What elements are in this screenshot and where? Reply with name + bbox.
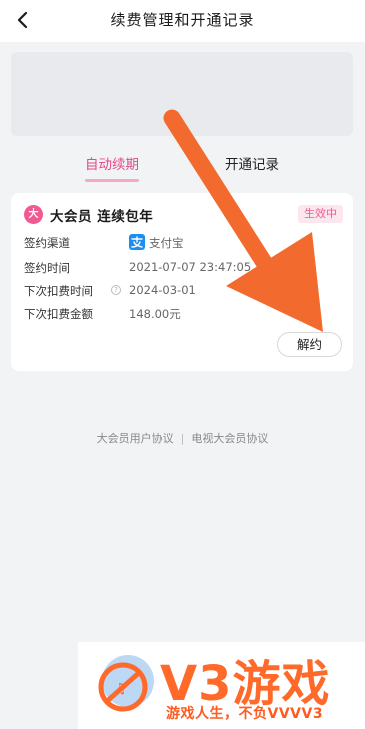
next-charge-time-label: 下次扣费时间 bbox=[24, 284, 93, 298]
active-tab-indicator bbox=[85, 179, 139, 182]
vip-icon: 大 bbox=[24, 205, 43, 224]
channel-label: 签约渠道 bbox=[24, 236, 70, 250]
sign-time-value: 2021-07-07 23:47:05 bbox=[129, 260, 252, 274]
next-charge-time-value: 2024-03-01 bbox=[129, 283, 196, 297]
tv-agreement-link[interactable]: 电视大会员协议 bbox=[191, 432, 268, 445]
info-icon[interactable]: ? bbox=[111, 285, 121, 295]
next-charge-amount-value: 148.00元 bbox=[129, 307, 181, 321]
next-charge-amount-label: 下次扣费金额 bbox=[24, 307, 93, 321]
sign-time-label: 签约时间 bbox=[24, 261, 70, 275]
page-title: 续费管理和开通记录 bbox=[110, 11, 255, 29]
user-agreement-link[interactable]: 大会员用户协议 bbox=[97, 432, 174, 445]
watermark: ♫ V3游戏 游戏人生，不负VVVV3 bbox=[78, 642, 365, 729]
svg-text:♫: ♫ bbox=[114, 681, 127, 697]
footer-separator: | bbox=[180, 432, 185, 445]
banner-placeholder bbox=[11, 52, 353, 136]
footer-links: 大会员用户协议 | 电视大会员协议 bbox=[0, 430, 365, 446]
subscription-card: 大 大会员 连续包年 生效中 签约渠道 支付宝 签约时间 2021-07-07 … bbox=[11, 193, 353, 371]
status-badge: 生效中 bbox=[298, 205, 343, 223]
tab-open-records[interactable]: 开通记录 bbox=[225, 153, 279, 173]
tab-bar: 自动续期 开通记录 bbox=[0, 140, 365, 188]
tab-auto-renew[interactable]: 自动续期 bbox=[85, 153, 139, 173]
top-bar: 续费管理和开通记录 bbox=[0, 0, 365, 42]
channel-value: 支付宝 bbox=[149, 236, 184, 250]
alipay-icon bbox=[129, 234, 145, 250]
v3-logo-icon: ♫ bbox=[98, 655, 154, 712]
watermark-slogan: 游戏人生，不负VVVV3 bbox=[166, 706, 324, 722]
plan-title: 大会员 连续包年 bbox=[50, 209, 154, 225]
cancel-subscription-button[interactable]: 解约 bbox=[277, 332, 342, 357]
